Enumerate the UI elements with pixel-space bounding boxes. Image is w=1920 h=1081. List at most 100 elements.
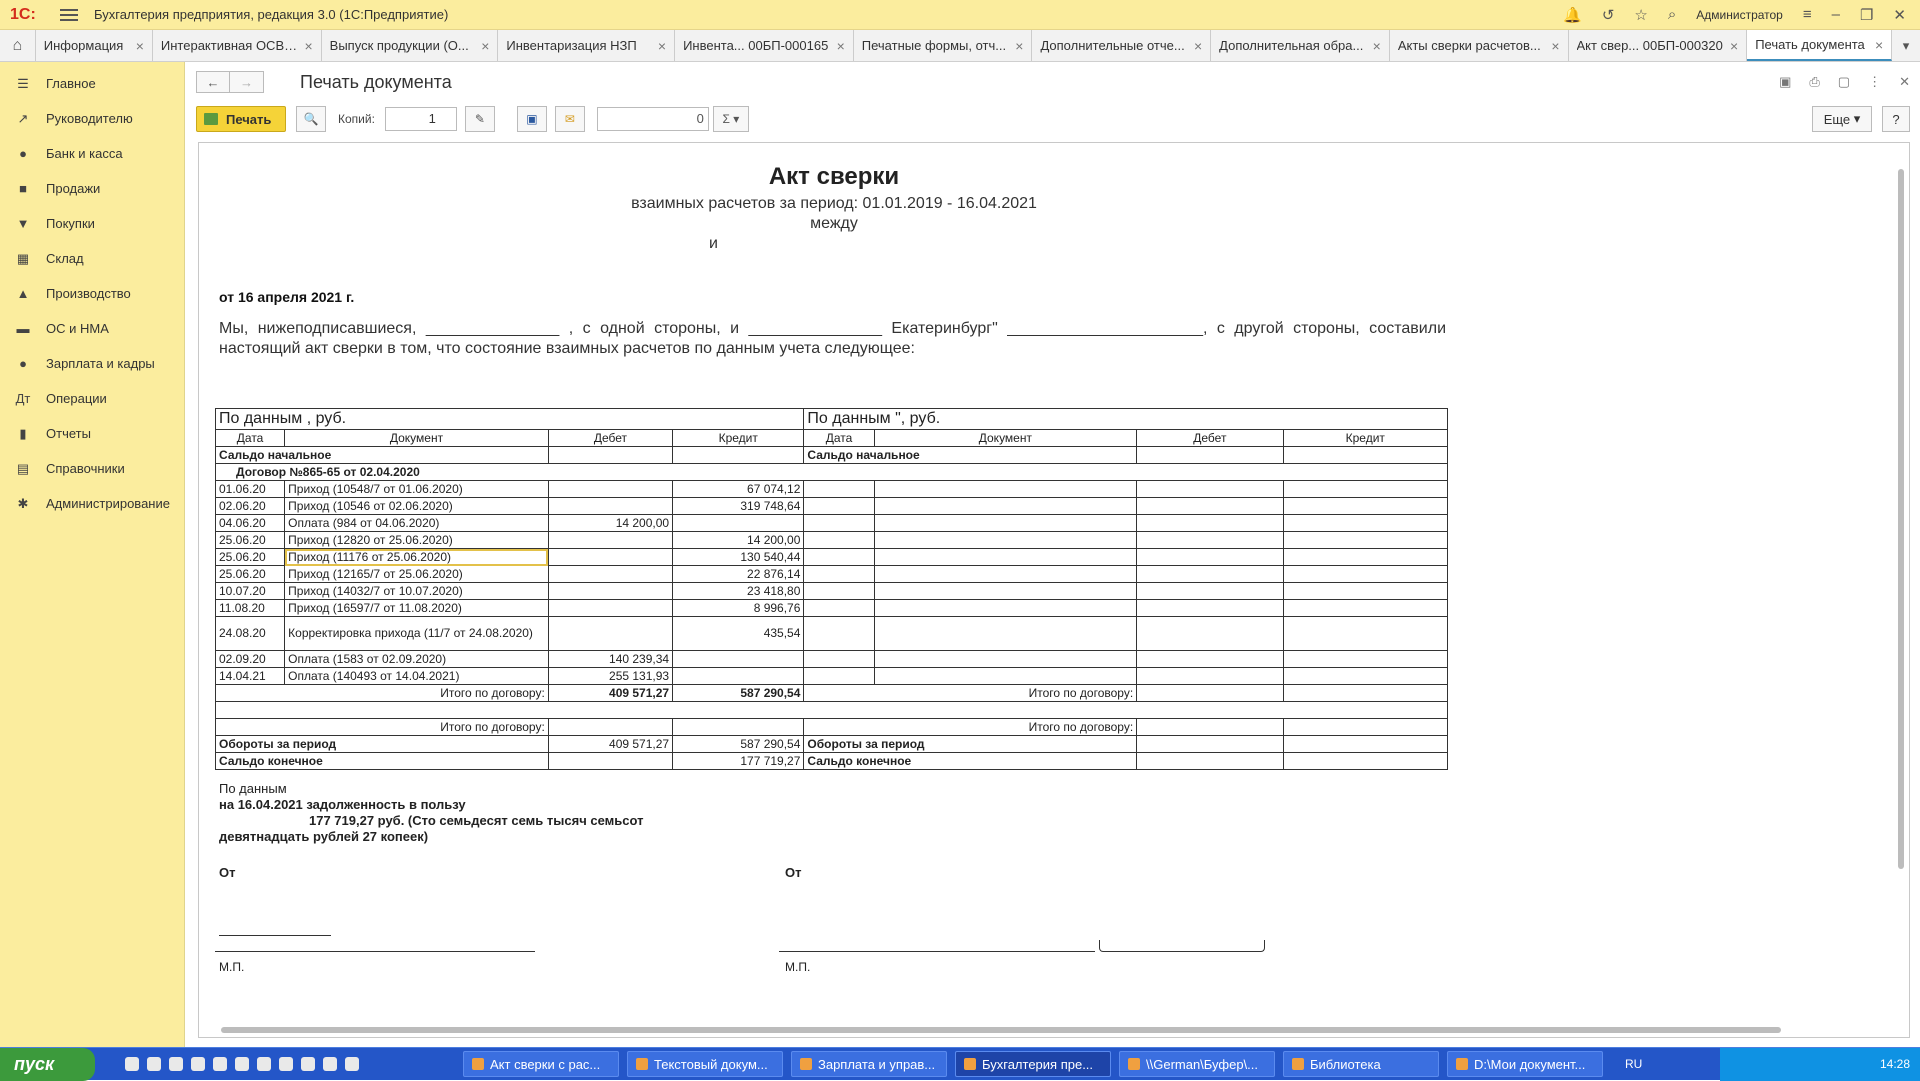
ql-icon[interactable]: [213, 1057, 227, 1071]
row-doc[interactable]: Приход (10546 от 02.06.2020): [284, 497, 549, 515]
row-debit[interactable]: [547, 599, 674, 617]
row-date[interactable]: 04.06.20: [214, 514, 286, 532]
ql-icon[interactable]: [323, 1057, 337, 1071]
row-credit-right[interactable]: [1282, 565, 1449, 583]
row-debit-right[interactable]: [1136, 667, 1284, 685]
close-icon[interactable]: ✕: [1893, 6, 1906, 24]
sidebar-item-3[interactable]: ■ Продажи: [0, 171, 184, 206]
search-icon[interactable]: ⌕: [1668, 6, 1676, 23]
ql-icon[interactable]: [147, 1057, 161, 1071]
taskbar-item-4[interactable]: \\German\Буфер\...: [1119, 1051, 1275, 1077]
tab-3[interactable]: Инвентаризация НЗП ×: [498, 30, 676, 61]
row-date-right[interactable]: [803, 667, 875, 685]
row-doc-right[interactable]: [873, 650, 1138, 668]
row-doc-right[interactable]: [873, 531, 1138, 549]
row-credit-right[interactable]: [1282, 616, 1449, 651]
row-doc-right[interactable]: [873, 548, 1138, 566]
close-form-icon[interactable]: ✕: [1899, 74, 1910, 90]
row-date-right[interactable]: [803, 582, 875, 600]
sidebar-item-7[interactable]: ▬ ОС и НМА: [0, 311, 184, 346]
tab-4[interactable]: Инвента... 00БП-000165 ×: [675, 30, 854, 61]
tab-6[interactable]: Дополнительные отче... ×: [1032, 30, 1212, 61]
row-credit-right[interactable]: [1282, 480, 1449, 498]
bell-icon[interactable]: 🔔: [1563, 6, 1582, 24]
email-button[interactable]: ✉: [554, 106, 585, 132]
row-date[interactable]: 01.06.20: [214, 480, 286, 498]
row-date-right[interactable]: [803, 616, 875, 651]
restore-icon[interactable]: ❐: [1860, 6, 1873, 24]
copies-input[interactable]: 1: [384, 107, 457, 131]
row-doc-right[interactable]: [873, 616, 1138, 651]
tab-8[interactable]: Акты сверки расчетов... ×: [1390, 30, 1569, 61]
preview-icon[interactable]: ▢: [1838, 74, 1850, 90]
row-credit-right[interactable]: [1282, 667, 1449, 685]
row-debit[interactable]: 140 239,34: [547, 650, 674, 668]
row-doc-right[interactable]: [873, 599, 1138, 617]
settings-icon[interactable]: ≡: [1803, 6, 1812, 23]
taskbar-item-3[interactable]: Бухгалтерия пре...: [955, 1051, 1111, 1077]
row-debit[interactable]: [547, 531, 674, 549]
row-debit-right[interactable]: [1136, 531, 1284, 549]
row-debit-right[interactable]: [1136, 480, 1284, 498]
row-doc-right[interactable]: [873, 514, 1138, 532]
row-debit[interactable]: [547, 616, 674, 651]
row-debit[interactable]: 14 200,00: [547, 514, 674, 532]
sidebar-item-8[interactable]: ● Зарплата и кадры: [0, 346, 184, 381]
row-doc[interactable]: Приход (16597/7 от 11.08.2020): [284, 599, 549, 617]
taskbar-item-0[interactable]: Акт сверки с рас...: [463, 1051, 619, 1077]
ql-icon[interactable]: [191, 1057, 205, 1071]
row-credit[interactable]: 23 418,80: [672, 582, 805, 600]
more-icon[interactable]: ⋮: [1868, 74, 1881, 90]
user-name[interactable]: Администратор: [1696, 8, 1783, 22]
sidebar-item-12[interactable]: ✱ Администрирование: [0, 486, 184, 521]
row-doc-right[interactable]: [873, 497, 1138, 515]
sidebar-item-5[interactable]: ▦ Склад: [0, 241, 184, 276]
tab-close-icon[interactable]: ×: [1875, 37, 1883, 53]
row-debit[interactable]: [547, 480, 674, 498]
row-doc-right[interactable]: [873, 565, 1138, 583]
row-debit-right[interactable]: [1136, 616, 1284, 651]
row-doc-right[interactable]: [873, 667, 1138, 685]
tab-close-icon[interactable]: ×: [1730, 38, 1738, 54]
save-icon[interactable]: ▣: [1779, 74, 1791, 90]
row-debit-right[interactable]: [1136, 599, 1284, 617]
tab-close-icon[interactable]: ×: [481, 38, 489, 54]
row-doc[interactable]: Приход (12165/7 от 25.06.2020): [284, 565, 549, 583]
row-credit[interactable]: 8 996,76: [672, 599, 805, 617]
ql-icon[interactable]: [169, 1057, 183, 1071]
row-date-right[interactable]: [803, 599, 875, 617]
save-button[interactable]: ▣: [516, 106, 547, 132]
row-credit[interactable]: 319 748,64: [672, 497, 805, 515]
row-doc[interactable]: Оплата (140493 от 14.04.2021): [284, 667, 549, 685]
row-date[interactable]: 02.06.20: [214, 497, 286, 515]
menu-icon[interactable]: [60, 8, 78, 21]
row-debit[interactable]: [547, 565, 674, 583]
row-date[interactable]: 10.07.20: [214, 582, 286, 600]
row-credit[interactable]: 67 074,12: [672, 480, 805, 498]
row-doc[interactable]: Приход (10548/7 от 01.06.2020): [284, 480, 549, 498]
ql-icon[interactable]: [235, 1057, 249, 1071]
row-credit[interactable]: [672, 667, 805, 685]
document-view[interactable]: Акт сверки взаимных расчетов за период: …: [198, 142, 1910, 1038]
print-icon[interactable]: ⎙: [1809, 74, 1819, 90]
row-date-right[interactable]: [803, 531, 875, 549]
row-credit[interactable]: 14 200,00: [672, 531, 805, 549]
tab-1[interactable]: Интерактивная ОСВ: ... ×: [153, 30, 322, 61]
help-button[interactable]: ?: [1882, 106, 1910, 132]
row-doc[interactable]: Оплата (1583 от 02.09.2020): [284, 650, 549, 668]
row-credit-right[interactable]: [1282, 650, 1449, 668]
ql-icon[interactable]: [125, 1057, 139, 1071]
row-credit-right[interactable]: [1282, 497, 1449, 515]
taskbar-item-5[interactable]: Библиотека: [1283, 1051, 1439, 1077]
star-icon[interactable]: ☆: [1634, 6, 1647, 24]
row-date[interactable]: 25.06.20: [214, 565, 286, 583]
tab-10[interactable]: Печать документа ×: [1747, 30, 1893, 61]
row-doc-right[interactable]: [873, 582, 1138, 600]
row-debit[interactable]: [547, 548, 674, 566]
row-credit-right[interactable]: [1282, 582, 1449, 600]
home-icon[interactable]: ⌂: [0, 30, 36, 61]
sidebar-item-2[interactable]: ● Банк и касса: [0, 136, 184, 171]
start-button[interactable]: пуск: [0, 1047, 95, 1081]
row-debit[interactable]: 255 131,93: [547, 667, 674, 685]
row-debit-right[interactable]: [1136, 548, 1284, 566]
